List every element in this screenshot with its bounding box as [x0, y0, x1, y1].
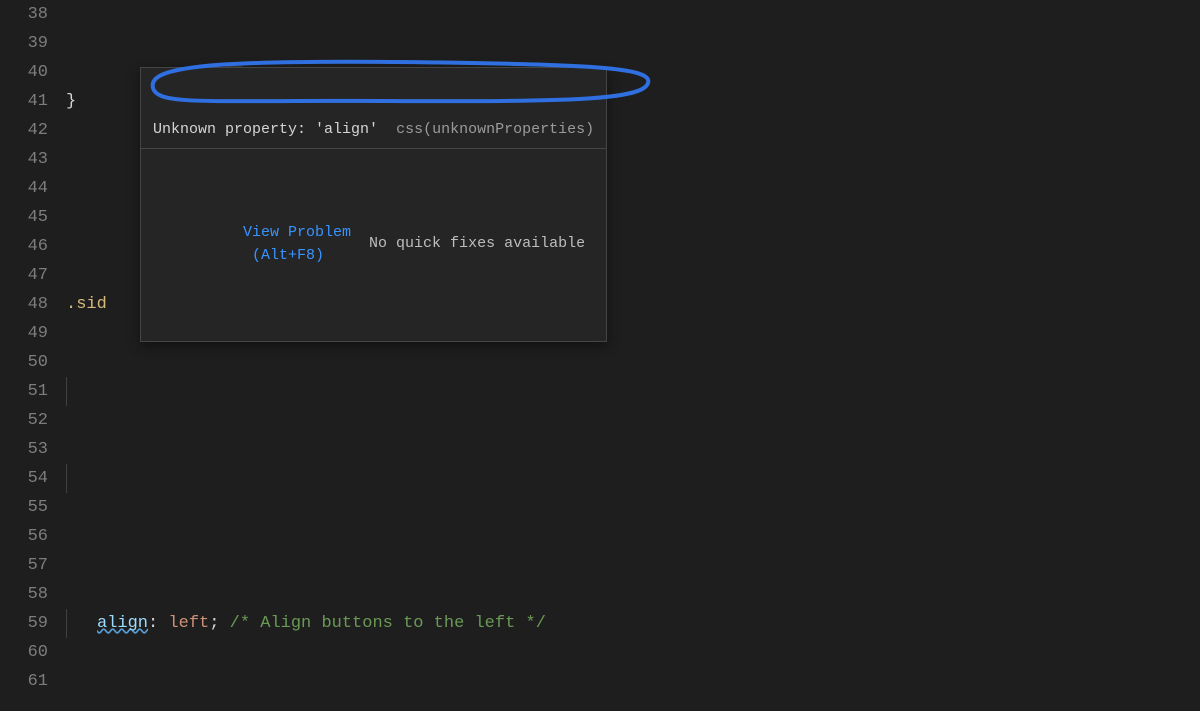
token-punct: ;	[209, 609, 219, 638]
hover-tooltip: Unknown property: 'align' css(unknownPro…	[140, 67, 607, 342]
gutter: 38 39 40 41 42 43 44 45 46 47 48 49 50 5…	[0, 0, 66, 711]
line-number: 53	[0, 435, 48, 464]
line-number: 45	[0, 203, 48, 232]
code-area[interactable]: } .sid align: left; /* Align buttons to …	[66, 0, 1200, 711]
line-number: 38	[0, 0, 48, 29]
token-punct: :	[148, 609, 158, 638]
code-line[interactable]	[66, 464, 1200, 493]
line-number: 42	[0, 116, 48, 145]
code-line[interactable]: align: left; /* Align buttons to the lef…	[66, 609, 1200, 638]
token-value: left	[168, 609, 209, 638]
line-number: 57	[0, 551, 48, 580]
token-comment: /* Align buttons to the left */	[230, 609, 546, 638]
no-quick-fix-text: No quick fixes available	[369, 233, 585, 256]
line-number: 39	[0, 29, 48, 58]
line-number: 48	[0, 290, 48, 319]
code-editor[interactable]: 38 39 40 41 42 43 44 45 46 47 48 49 50 5…	[0, 0, 1200, 711]
token-property: align	[97, 609, 148, 638]
line-number: 58	[0, 580, 48, 609]
line-number: 50	[0, 348, 48, 377]
hover-message-code: css(unknownProperties)	[396, 121, 594, 138]
line-number: 60	[0, 638, 48, 667]
line-number: 41	[0, 87, 48, 116]
line-number: 43	[0, 145, 48, 174]
line-number: 40	[0, 58, 48, 87]
line-number: 47	[0, 261, 48, 290]
line-number: 52	[0, 406, 48, 435]
line-number: 44	[0, 174, 48, 203]
token-selector: .sid	[66, 290, 107, 319]
line-number: 55	[0, 493, 48, 522]
line-number: 61	[0, 667, 48, 696]
code-line[interactable]	[66, 377, 1200, 406]
hover-message: Unknown property: 'align' css(unknownPro…	[141, 113, 606, 149]
line-number: 59	[0, 609, 48, 638]
view-problem-shortcut: (Alt+F8)	[252, 247, 324, 264]
view-problem-link[interactable]: View Problem (Alt+F8)	[153, 200, 351, 290]
line-number: 54	[0, 464, 48, 493]
token-brace: }	[66, 87, 76, 116]
hover-message-text: Unknown property: 'align'	[153, 121, 378, 138]
line-number: 46	[0, 232, 48, 261]
line-number: 49	[0, 319, 48, 348]
line-number: 56	[0, 522, 48, 551]
view-problem-label: View Problem	[243, 224, 351, 241]
hover-actions: View Problem (Alt+F8) No quick fixes ava…	[141, 194, 606, 296]
line-number: 51	[0, 377, 48, 406]
